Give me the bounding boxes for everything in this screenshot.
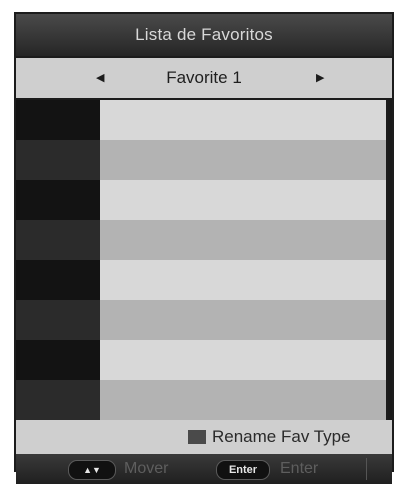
channel-name	[100, 340, 386, 380]
up-down-key-icon: ▲▼	[68, 460, 116, 480]
channel-name	[100, 380, 386, 420]
channel-number	[16, 180, 100, 220]
list-item[interactable]	[16, 260, 392, 300]
help-bar: ▲▼ Mover Enter Enter	[16, 454, 392, 484]
channel-name	[100, 300, 386, 340]
list-item[interactable]	[16, 220, 392, 260]
channel-number	[16, 260, 100, 300]
help-bar-divider	[366, 458, 367, 480]
list-item[interactable]	[16, 140, 392, 180]
enter-hint-label: Enter	[280, 460, 319, 477]
list-item[interactable]	[16, 380, 392, 420]
channel-number	[16, 220, 100, 260]
title-bar: Lista de Favoritos	[16, 14, 392, 56]
arrow-right-icon[interactable]: ▶	[316, 58, 324, 98]
channel-number	[16, 380, 100, 420]
list-item[interactable]	[16, 100, 392, 140]
move-hint-label: Mover	[124, 460, 169, 477]
channel-number	[16, 140, 100, 180]
favorite-group-name: Favorite 1	[166, 68, 242, 87]
channel-number	[16, 300, 100, 340]
channel-number	[16, 340, 100, 380]
color-key-bar: Rename Fav Type	[16, 420, 392, 454]
favorites-list-screen: Lista de Favoritos ◀ Favorite 1 ▶ Rename…	[14, 12, 394, 484]
color-key-icon	[188, 430, 206, 444]
rename-fav-type-label[interactable]: Rename Fav Type	[212, 420, 351, 454]
list-item[interactable]	[16, 180, 392, 220]
channel-name	[100, 260, 386, 300]
page-title: Lista de Favoritos	[135, 25, 273, 44]
list-item[interactable]	[16, 300, 392, 340]
favorite-group-selector[interactable]: ◀ Favorite 1 ▶	[16, 58, 392, 98]
list-item[interactable]	[16, 340, 392, 380]
channel-name	[100, 220, 386, 260]
channel-number	[16, 100, 100, 140]
list-scrollbar[interactable]	[388, 100, 392, 420]
channel-name	[100, 180, 386, 220]
channel-name	[100, 140, 386, 180]
channel-name	[100, 100, 386, 140]
enter-key-icon: Enter	[216, 460, 270, 480]
favorite-channel-list	[16, 100, 392, 420]
